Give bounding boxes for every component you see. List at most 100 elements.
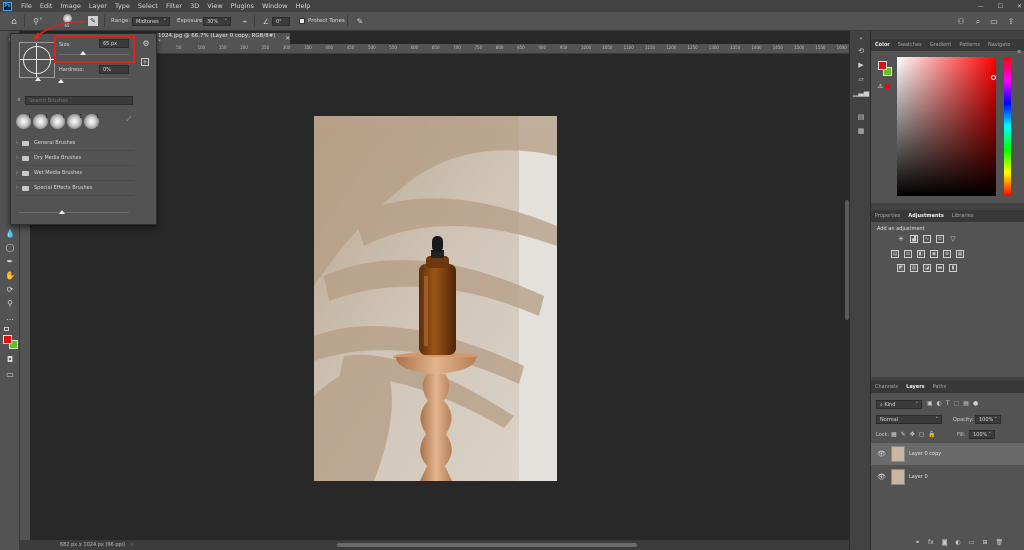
brightness-icon[interactable]: ☀	[897, 235, 905, 243]
tab-navigator[interactable]: Navigato	[984, 42, 1014, 48]
share-icon[interactable]: ⇪	[1005, 16, 1017, 27]
horizontal-scrollbar[interactable]	[337, 543, 637, 547]
screen-mode-icon[interactable]: ▭	[4, 368, 16, 380]
tab-patterns[interactable]: Patterns	[955, 42, 984, 48]
menu-file[interactable]: File	[17, 2, 36, 10]
tab-properties[interactable]: Properties	[871, 213, 904, 219]
angle-slider-handle[interactable]	[35, 77, 41, 81]
lock-transparent-icon[interactable]: ▦	[891, 431, 897, 438]
levels-icon[interactable]: ▟	[910, 235, 918, 243]
color-picker-field[interactable]	[897, 57, 996, 196]
color-lookup-icon[interactable]: ▦	[956, 250, 964, 258]
range-select[interactable]: Midtones ˅	[132, 17, 170, 26]
selective-color-icon[interactable]: ▮	[949, 264, 957, 272]
preview-size-handle[interactable]	[59, 210, 65, 214]
gradient-map-icon[interactable]: ▬	[936, 264, 944, 272]
actions-play-icon[interactable]: ▶	[855, 59, 867, 71]
menu-select[interactable]: Select	[134, 2, 162, 10]
protect-tones-checkbox[interactable]	[299, 18, 305, 24]
visibility-eye-icon[interactable]: 👁	[877, 450, 889, 458]
hue-saturation-icon[interactable]: ▤	[891, 250, 899, 258]
black-white-icon[interactable]: ◧	[917, 250, 925, 258]
search-icon[interactable]: ⌕	[972, 16, 984, 27]
more-tools-icon[interactable]: …	[4, 311, 16, 323]
tab-paths[interactable]: Paths	[929, 384, 951, 390]
maximize-icon[interactable]: ☐	[998, 3, 1003, 10]
tab-channels[interactable]: Channels	[871, 384, 902, 390]
close-document-icon[interactable]: ✕	[285, 36, 290, 42]
lock-image-icon[interactable]: ✎	[901, 431, 906, 438]
brush-stroke-icon[interactable]: ⟋	[125, 114, 133, 124]
hardness-slider-handle[interactable]	[58, 79, 64, 83]
new-group-icon[interactable]: ▭	[969, 539, 975, 546]
blur-tool-icon[interactable]: 💧	[4, 227, 16, 239]
panel-menu-icon[interactable]: ≡	[1017, 49, 1021, 55]
zoom-tool-icon[interactable]: ⚲	[4, 297, 16, 309]
quick-mask-icon[interactable]: ◘	[4, 353, 16, 365]
tab-swatches[interactable]: Swatches	[894, 42, 926, 48]
document-tab[interactable]: 1024.jpg @ 66.7% (Layer 0 copy, RGB/8#) …	[150, 33, 290, 45]
pen-tool-icon[interactable]: ✒	[4, 255, 16, 267]
tab-adjustments[interactable]: Adjustments	[904, 213, 948, 219]
brush-preset-1[interactable]: 1	[16, 113, 31, 129]
vibrance-icon[interactable]: ▽	[949, 235, 957, 243]
channel-mixer-icon[interactable]: ⊕	[943, 250, 951, 258]
minimize-icon[interactable]: —	[978, 3, 984, 10]
menu-window[interactable]: Window	[258, 2, 292, 10]
curves-icon[interactable]: ∿	[923, 235, 931, 243]
close-icon[interactable]: ✕	[1017, 3, 1022, 10]
artboard-icon[interactable]: ▢	[919, 431, 925, 438]
filter-toggle-icon[interactable]: ●	[973, 400, 978, 407]
threshold-icon[interactable]: ◪	[923, 264, 931, 272]
pixel-filter-icon[interactable]: ▣	[927, 400, 933, 407]
tab-gradient[interactable]: Gradient	[926, 42, 956, 48]
default-colors-icon[interactable]	[4, 327, 9, 331]
pressure-size-icon[interactable]: ✎	[354, 16, 366, 27]
brush-preset-2[interactable]: 1	[33, 113, 48, 129]
adjustment-filter-icon[interactable]: ◐	[937, 400, 942, 407]
comments-icon[interactable]: ▱	[855, 73, 867, 85]
menu-edit[interactable]: Edit	[36, 2, 57, 10]
angle-input[interactable]: 0°	[272, 17, 290, 26]
posterize-icon[interactable]: ▥	[910, 264, 918, 272]
gamut-swatch[interactable]	[885, 84, 890, 89]
foreground-color-swatch[interactable]	[3, 335, 12, 344]
gear-icon[interactable]: ⚙	[141, 38, 151, 48]
delete-layer-icon[interactable]: 🗑	[995, 539, 1003, 546]
airbrush-icon[interactable]: ⌁	[240, 16, 250, 27]
history-icon[interactable]: ⟲	[855, 45, 867, 57]
folder-special-effects-brushes[interactable]: › Special Effects Brushes	[16, 181, 134, 196]
properties-icon[interactable]: ▦	[855, 125, 867, 137]
menu-3d[interactable]: 3D	[186, 2, 203, 10]
search-brushes-input[interactable]	[25, 96, 133, 105]
histogram-icon[interactable]: ▁▃▅	[853, 87, 869, 99]
lock-position-icon[interactable]: ✥	[910, 431, 915, 438]
exposure-adj-icon[interactable]: ±	[936, 235, 944, 243]
collapse-panels-icon[interactable]: «	[855, 33, 867, 45]
layer-name[interactable]: Layer 0	[909, 474, 928, 480]
menu-plugins[interactable]: Plugins	[227, 2, 258, 10]
dodge-tool-icon[interactable]: ◯	[4, 241, 16, 253]
new-layer-icon[interactable]: ⊞	[982, 539, 987, 546]
menu-type[interactable]: Type	[111, 2, 134, 10]
photo-filter-icon[interactable]: ◉	[930, 250, 938, 258]
folder-general-brushes[interactable]: › General Brushes	[16, 136, 134, 151]
opacity-input[interactable]: 100% ˅	[975, 415, 1001, 424]
layer-name[interactable]: Layer 0 copy	[909, 451, 941, 457]
rotate-view-icon[interactable]: ⟳	[4, 283, 16, 295]
menu-view[interactable]: View	[203, 2, 226, 10]
blend-mode-select[interactable]: Normal ˅	[876, 415, 942, 424]
hardness-input[interactable]: 0%	[99, 65, 129, 74]
layer-row[interactable]: 👁 Layer 0	[871, 466, 1024, 488]
info-icon[interactable]: ▤	[855, 111, 867, 123]
smart-object-filter-icon[interactable]: ▤	[963, 400, 969, 407]
tab-libraries[interactable]: Libraries	[948, 213, 978, 219]
hue-slider[interactable]	[1004, 57, 1011, 196]
hand-tool-icon[interactable]: ✋	[4, 269, 16, 281]
color-balance-icon[interactable]: ⚖	[904, 250, 912, 258]
menu-filter[interactable]: Filter	[162, 2, 186, 10]
menu-help[interactable]: Help	[292, 2, 315, 10]
document-photo[interactable]	[314, 116, 557, 481]
color-picker-cursor[interactable]	[991, 75, 996, 80]
tab-layers[interactable]: Layers	[902, 384, 929, 390]
